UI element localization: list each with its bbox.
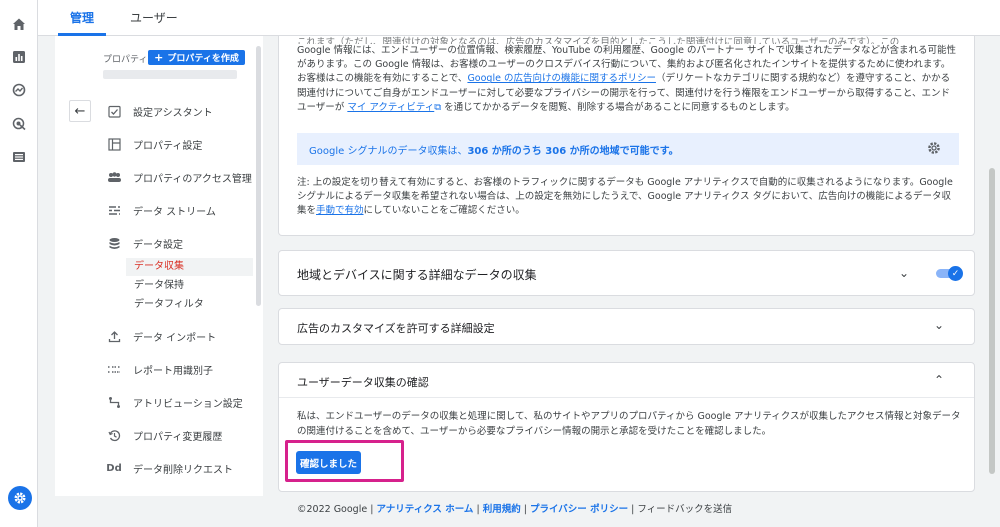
layout-icon bbox=[105, 137, 123, 151]
user-data-ack-accordion: ユーザーデータ収集の確認 ⌃ 私は、エンドユーザーのデータの収集と処理に関して、… bbox=[278, 362, 975, 492]
nav-item-setup-assistant[interactable]: 設定アシスタント bbox=[105, 98, 213, 124]
upload-icon bbox=[105, 330, 123, 343]
google-signals-card: これます（ただし、関連付けの対象となるのは、広告のカスタマイズを目的としたこうし… bbox=[278, 36, 975, 236]
nav-item-data-streams[interactable]: データ ストリーム bbox=[105, 197, 216, 223]
nav-item-property-settings[interactable]: プロパティ設定 bbox=[105, 131, 202, 157]
nav-label: レポート用識別子 bbox=[133, 365, 213, 377]
nav-label: データ インポート bbox=[133, 332, 217, 344]
nav-item-reporting-identity[interactable]: レポート用識別子 bbox=[105, 356, 213, 382]
note-text-2: にしていないことをご確認ください。 bbox=[363, 205, 525, 217]
history-icon bbox=[105, 429, 123, 442]
region-device-accordion[interactable]: 地域とデバイスに関する詳細なデータの収集 ⌄ ✓ bbox=[278, 250, 975, 296]
nav-label: プロパティのアクセス管理 bbox=[133, 173, 252, 185]
terms-link[interactable]: 利用規約 bbox=[483, 504, 521, 515]
property-selector[interactable] bbox=[103, 70, 237, 79]
ads-personalization-title: 広告のカスタマイズを許可する詳細設定 bbox=[297, 322, 495, 335]
nav-label: アトリビューション設定 bbox=[133, 398, 243, 410]
signals-availability-banner: Google シグナルのデータ収集は、 306 か所のうち 306 か所の地域で可… bbox=[297, 133, 959, 165]
banner-count: 306 か所のうち 306 か所の地域で可能です。 bbox=[467, 145, 679, 157]
property-label: プロパティ bbox=[103, 55, 148, 65]
admin-gear-icon[interactable] bbox=[8, 486, 32, 510]
streams-icon bbox=[105, 204, 123, 217]
top-tab-bar: 管理 ユーザー bbox=[38, 0, 1000, 36]
nav-item-change-history[interactable]: プロパティ変更履歴 bbox=[105, 422, 222, 448]
nav-label: データ設定 bbox=[133, 239, 183, 251]
nav-item-data-deletion-requests[interactable]: Dd データ削除リクエスト bbox=[105, 455, 233, 481]
my-activity-link[interactable]: マイ アクティビティ bbox=[347, 102, 434, 113]
main-content: これます（ただし、関連付けの対象となるのは、広告のカスタマイズを目的としたこうし… bbox=[278, 36, 975, 496]
create-property-label: プロパティを作成 bbox=[167, 54, 239, 64]
nav-scrollbar[interactable] bbox=[256, 46, 261, 306]
identifier-icon bbox=[105, 363, 123, 376]
nav-label: プロパティ設定 bbox=[133, 140, 203, 152]
app-rail bbox=[0, 0, 38, 527]
chevron-up-icon[interactable]: ⌃ bbox=[934, 373, 944, 387]
configure-icon[interactable] bbox=[9, 147, 29, 167]
feedback-link[interactable]: フィードバックを送信 bbox=[637, 504, 732, 515]
back-arrow-icon[interactable]: ← bbox=[69, 100, 91, 122]
enable-manually-link[interactable]: 手動で有効 bbox=[316, 205, 364, 216]
ads-personalization-accordion[interactable]: 広告のカスタマイズを許可する詳細設定 ⌄ bbox=[278, 308, 975, 345]
nav-subitem-data-collection[interactable]: データ収集 bbox=[126, 258, 253, 276]
signals-text-3: を通じてかかるデータを閲覧、削除する場合があることに同意するものとします。 bbox=[444, 101, 795, 113]
database-icon bbox=[105, 237, 123, 250]
check-icon: ✓ bbox=[948, 266, 963, 281]
external-link-icon: ⧉ bbox=[434, 101, 442, 113]
nav-subitem-data-retention[interactable]: データ保持 bbox=[126, 277, 253, 295]
attribution-icon bbox=[105, 396, 123, 409]
explore-icon[interactable] bbox=[9, 80, 29, 100]
reports-icon[interactable] bbox=[9, 47, 29, 67]
checklist-icon bbox=[105, 105, 123, 118]
nav-label: プロパティ変更履歴 bbox=[133, 431, 223, 443]
create-property-button[interactable]: + プロパティを作成 bbox=[148, 50, 245, 65]
admin-nav-panel: プロパティ + プロパティを作成 ← 設定アシスタント プロパティ設定 プロパテ… bbox=[55, 36, 263, 496]
people-icon bbox=[105, 171, 123, 184]
copyright: ©2022 Google bbox=[297, 504, 368, 515]
acknowledge-button[interactable]: 確認しました bbox=[296, 451, 361, 474]
region-device-title: 地域とデバイスに関する詳細なデータの収集 bbox=[297, 268, 537, 282]
nav-item-attribution-settings[interactable]: アトリビューション設定 bbox=[105, 389, 243, 415]
plus-icon: + bbox=[154, 51, 164, 64]
signals-top-line: これます（ただし、関連付けの対象となるのは、広告のカスタマイズを目的としたこうし… bbox=[297, 37, 900, 44]
region-device-toggle[interactable]: ✓ bbox=[936, 266, 963, 281]
home-icon[interactable] bbox=[9, 14, 29, 34]
nav-subitem-data-filters[interactable]: データフィルタ bbox=[126, 296, 253, 314]
nav-item-access-management[interactable]: プロパティのアクセス管理 bbox=[105, 164, 252, 190]
settings-gear-icon[interactable] bbox=[927, 141, 941, 158]
ack-title: ユーザーデータ収集の確認 bbox=[297, 376, 429, 389]
tab-users[interactable]: ユーザー bbox=[118, 0, 190, 36]
dd-icon: Dd bbox=[106, 462, 122, 474]
nav-label: 設定アシスタント bbox=[133, 107, 213, 119]
nav-item-data-settings[interactable]: データ設定 bbox=[105, 230, 183, 256]
signals-note: 注: 上の設定を切り替えて有効にすると、お客様のトラフィックに関するデータも G… bbox=[297, 176, 959, 222]
ack-body: 私は、エンドユーザーのデータの収集と処理に関して、私のサイトやアプリのプロパティ… bbox=[297, 411, 961, 437]
privacy-link[interactable]: プライバシー ポリシー bbox=[530, 504, 628, 515]
footer: ©2022 Google | アナリティクス ホーム | 利用規約 | プライバ… bbox=[297, 504, 733, 515]
divider bbox=[279, 397, 974, 398]
nav-label: データ削除リクエスト bbox=[133, 464, 233, 476]
chevron-down-icon[interactable]: ⌄ bbox=[899, 266, 909, 280]
main-scrollbar[interactable] bbox=[989, 168, 995, 474]
banner-prefix: Google シグナルのデータ収集は、 bbox=[309, 145, 468, 157]
analytics-home-link[interactable]: アナリティクス ホーム bbox=[376, 504, 473, 515]
chevron-down-icon[interactable]: ⌄ bbox=[934, 318, 944, 332]
nav-label: データ ストリーム bbox=[133, 206, 216, 218]
signals-description: これます（ただし、関連付けの対象となるのは、広告のカスタマイズを目的としたこうし… bbox=[297, 36, 959, 126]
nav-item-data-import[interactable]: データ インポート bbox=[105, 323, 216, 349]
tab-admin[interactable]: 管理 bbox=[58, 0, 107, 36]
ads-policy-link[interactable]: Google の広告向けの機能に関するポリシー bbox=[467, 73, 656, 84]
advertising-icon[interactable] bbox=[9, 114, 29, 134]
